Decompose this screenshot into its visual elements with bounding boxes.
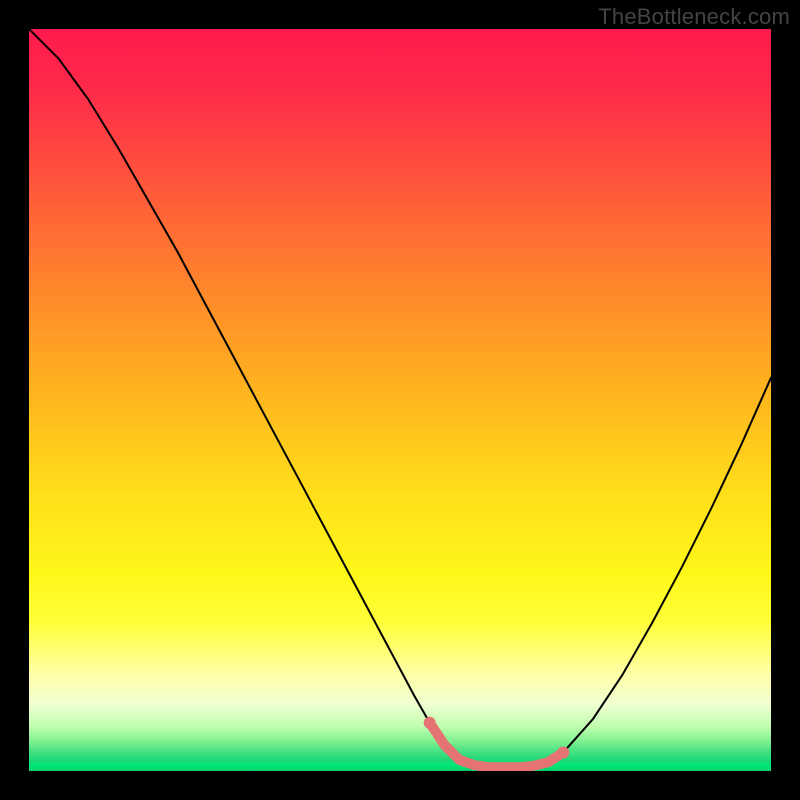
marker-optimal-zone-highlight xyxy=(424,717,436,729)
curve-layer xyxy=(29,29,771,771)
plot-area xyxy=(29,29,771,771)
marker-optimal-zone-highlight xyxy=(557,746,569,758)
chart-frame: TheBottleneck.com xyxy=(0,0,800,800)
series-bottleneck-curve xyxy=(29,29,771,767)
watermark-text: TheBottleneck.com xyxy=(598,4,790,30)
series-optimal-zone-highlight xyxy=(430,723,564,768)
